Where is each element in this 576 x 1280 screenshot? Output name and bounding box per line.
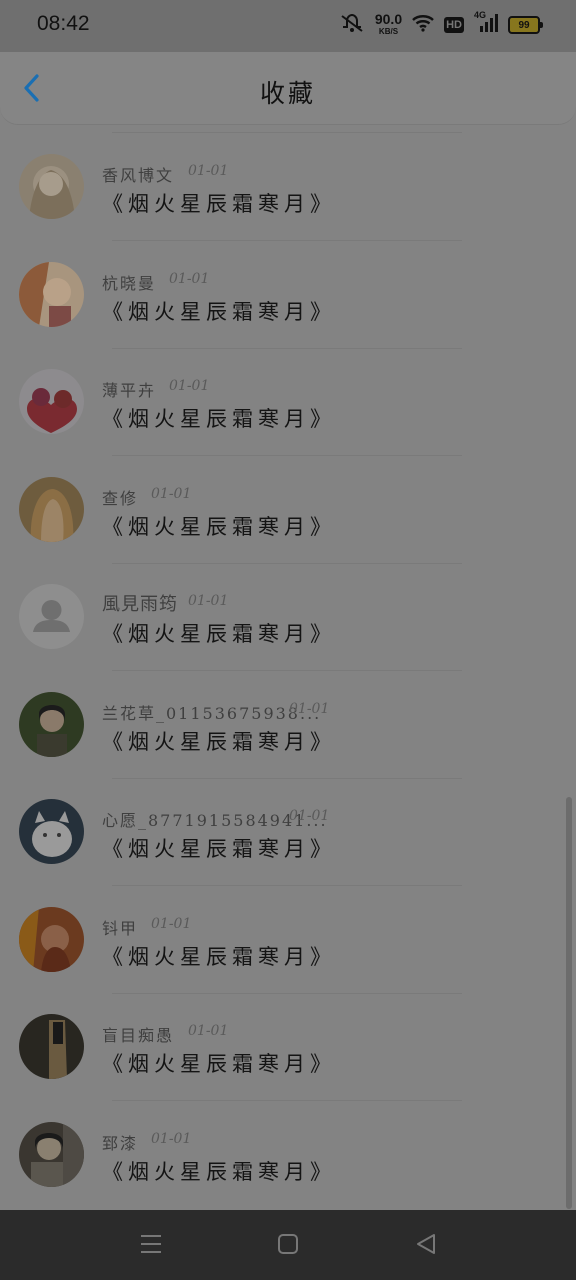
favorite-item[interactable]: 盲目痴愚 01-01 《烟火星辰霜寒月》 [0, 994, 576, 1101]
back-triangle-icon [417, 1234, 435, 1254]
signal-icon: 4G [474, 10, 498, 36]
avatar[interactable] [19, 154, 84, 219]
item-date: 01-01 [188, 163, 229, 179]
work-title: 《烟火星辰霜寒月》 [102, 1159, 336, 1184]
avatar[interactable] [19, 369, 84, 434]
favorite-item[interactable]: 薄平卉 01-01 《烟火星辰霜寒月》 [0, 349, 576, 456]
battery-icon: 99 [508, 16, 543, 34]
mute-icon [339, 13, 365, 37]
wifi-icon [412, 14, 434, 36]
author-name: 盲目痴愚 [102, 1026, 175, 1045]
avatar[interactable] [19, 261, 84, 327]
avatar[interactable] [19, 799, 84, 864]
menu-icon [141, 1235, 161, 1253]
favorite-item[interactable]: 兰花草_01153675938... 01-01 《烟火星辰霜寒月》 [0, 672, 576, 779]
menu-button[interactable] [139, 1232, 165, 1258]
favorite-item[interactable]: 郅漆 01-01 《烟火星辰霜寒月》 [0, 1102, 576, 1209]
item-date: 01-01 [188, 593, 229, 609]
net-speed: 90.0 KB/S [374, 10, 403, 36]
work-title: 《烟火星辰霜寒月》 [102, 192, 336, 216]
author-name: 香风博文 [102, 166, 175, 185]
favorite-item[interactable]: 杭晓曼 01-01 《烟火星辰霜寒月》 [0, 242, 576, 349]
back-nav-button[interactable] [414, 1232, 440, 1258]
author-name: 查修 [102, 488, 139, 508]
avatar[interactable] [19, 691, 84, 757]
status-icons: 90.0 KB/S HD 4G 99 [339, 10, 543, 37]
favorite-item[interactable]: 钭甲 01-01 《烟火星辰霜寒月》 [0, 887, 576, 994]
work-title: 《烟火星辰霜寒月》 [102, 407, 336, 431]
work-title: 《烟火星辰霜寒月》 [102, 622, 336, 646]
item-date: 01-01 [151, 1130, 192, 1147]
avatar[interactable] [19, 906, 84, 972]
item-date: 01-01 [289, 808, 330, 824]
work-title: 《烟火星辰霜寒月》 [102, 1052, 336, 1076]
avatar[interactable] [19, 1121, 84, 1187]
hd-badge: HD [444, 17, 464, 33]
favorite-item[interactable]: 風見雨筠 01-01 《烟火星辰霜寒月》 [0, 564, 576, 671]
author-name: 風見雨筠 [102, 594, 178, 615]
item-date: 01-01 [289, 700, 330, 717]
item-date: 01-01 [169, 270, 210, 287]
item-date: 01-01 [169, 378, 210, 394]
avatar[interactable] [19, 584, 84, 649]
home-button[interactable] [276, 1232, 302, 1258]
author-name: 薄平卉 [102, 381, 157, 400]
avatar[interactable] [19, 1014, 84, 1079]
work-title: 《烟火星辰霜寒月》 [102, 837, 336, 861]
status-time: 08:42 [37, 12, 90, 35]
author-name: 郅漆 [102, 1133, 139, 1153]
favorite-item[interactable]: 心愿_8771915584941... 01-01 《烟火星辰霜寒月》 [0, 779, 576, 886]
status-bar: 08:42 90.0 KB/S HD 4G 99 [0, 0, 576, 52]
favorite-item[interactable]: 查修 01-01 《烟火星辰霜寒月》 [0, 457, 576, 564]
scrollbar[interactable] [566, 797, 572, 1209]
item-date: 01-01 [151, 915, 192, 932]
work-title: 《烟火星辰霜寒月》 [102, 299, 336, 324]
avatar[interactable] [19, 476, 84, 542]
header: 收藏 [0, 52, 576, 125]
item-date: 01-01 [188, 1023, 229, 1039]
page-title: 收藏 [259, 79, 316, 108]
author-name: 杭晓曼 [102, 273, 157, 293]
work-title: 《烟火星辰霜寒月》 [102, 944, 336, 969]
divider [112, 132, 462, 133]
navigation-bar [0, 1210, 576, 1280]
favorite-item[interactable]: 香风博文 01-01 《烟火星辰霜寒月》 [0, 134, 576, 241]
item-date: 01-01 [151, 485, 192, 502]
work-title: 《烟火星辰霜寒月》 [102, 729, 336, 754]
author-name: 钭甲 [102, 918, 139, 938]
home-square-icon [278, 1234, 298, 1254]
work-title: 《烟火星辰霜寒月》 [102, 514, 336, 539]
